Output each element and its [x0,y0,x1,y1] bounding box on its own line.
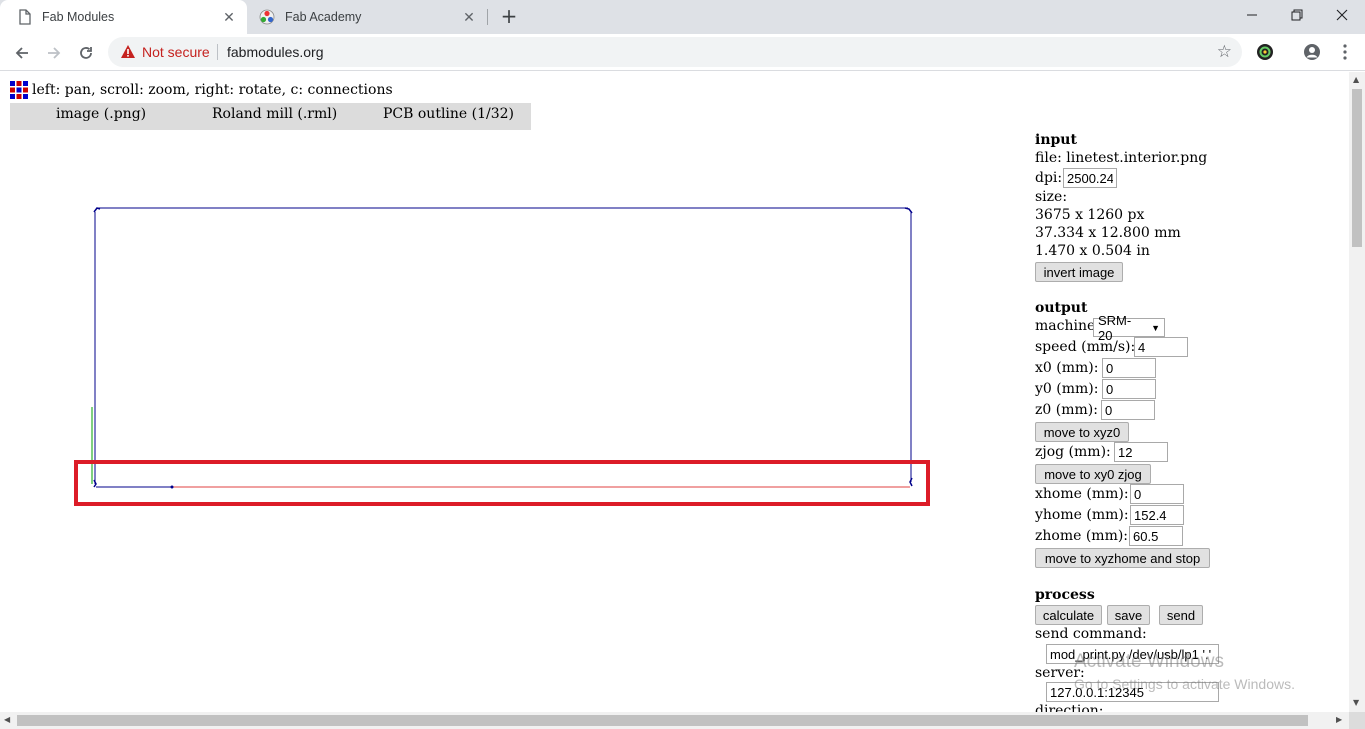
new-tab-icon[interactable]: + [499,6,519,26]
reload-icon[interactable] [73,40,99,66]
dropdown-arrow-icon: ▼ [1151,322,1160,333]
size-in: 1.470 x 0.504 in [1035,243,1150,259]
input-file: file: linetest.interior.png [1035,150,1208,166]
y0-input[interactable] [1102,379,1156,399]
warning-icon[interactable] [120,44,136,62]
scroll-left-arrow-icon[interactable]: ◀ [4,715,10,724]
toolpath-canvas[interactable] [0,72,1000,532]
corner-top-left [93,207,101,213]
dpi-label: dpi: [1035,170,1063,186]
tab-separator [487,9,488,25]
tab-fab-modules[interactable]: Fab Modules ✕ [0,0,247,34]
corner-bottom-left [93,479,97,488]
tab-fab-academy[interactable]: Fab Academy ✕ [247,0,487,34]
xhome-input[interactable] [1130,484,1184,504]
direction-label: direction: [1035,703,1104,712]
tab-title: Fab Academy [285,10,362,24]
yhome-label: yhome (mm): [1035,507,1129,523]
save-button[interactable]: save [1107,605,1150,625]
activate-windows-title: Activate Windows [1074,651,1224,672]
z0-input[interactable] [1101,400,1155,420]
horizontal-scrollbar[interactable]: ◀ ▶ [0,712,1349,729]
y0-label: y0 (mm): [1035,381,1099,397]
path-node [170,485,174,489]
scroll-right-arrow-icon[interactable]: ▶ [1336,715,1342,724]
security-label[interactable]: Not secure [142,44,210,60]
xhome-label: xhome (mm): [1035,486,1129,502]
yhome-input[interactable] [1130,505,1184,525]
browser-toolbar: Not secure fabmodules.org ☆ [0,34,1365,71]
size-px: 3675 x 1260 px [1035,207,1145,223]
kebab-menu-icon[interactable] [1335,42,1355,62]
activate-windows-subtitle: Go to Settings to activate Windows. [1074,676,1295,692]
move-to-xyz0-button[interactable]: move to xyz0 [1035,422,1129,442]
calculate-button[interactable]: calculate [1035,605,1102,625]
scroll-up-arrow-icon[interactable]: ▲ [1353,75,1359,84]
size-mm: 37.334 x 12.800 mm [1035,225,1181,241]
fab-logo-icon [259,9,275,25]
minimize-icon[interactable] [1229,0,1275,30]
restore-icon[interactable] [1274,0,1320,30]
size-label: size: [1035,189,1068,205]
bookmark-star-icon[interactable]: ☆ [1217,42,1232,62]
output-header: output [1035,300,1088,316]
machine-select[interactable]: SRM-20 ▼ [1093,313,1165,343]
horizontal-scroll-thumb[interactable] [17,715,1308,726]
page-content: left: pan, scroll: zoom, right: rotate, … [0,72,1349,712]
url-text[interactable]: fabmodules.org [227,44,324,60]
vertical-scroll-thumb[interactable] [1352,89,1362,247]
close-tab-icon[interactable]: ✕ [461,9,477,25]
tab-strip: Fab Modules ✕ Fab Academy ✕ + [0,0,1365,34]
scroll-down-arrow-icon[interactable]: ▼ [1353,698,1359,707]
profile-icon[interactable] [1302,42,1322,62]
process-header: process [1035,587,1095,603]
zjog-label: zjog (mm): [1035,444,1111,460]
omnibox-separator [217,44,218,60]
highlight-box [74,460,930,506]
invert-image-button[interactable]: invert image [1035,262,1123,282]
vertical-scrollbar[interactable]: ▲ ▼ [1349,72,1365,712]
move-to-xy0-zjog-button[interactable]: move to xy0 zjog [1035,464,1151,484]
corner-top-right [904,207,913,214]
dpi-input[interactable] [1063,168,1117,188]
document-icon [18,9,32,25]
zhome-label: zhome (mm): [1035,528,1129,544]
z0-label: z0 (mm): [1035,402,1098,418]
x0-input[interactable] [1102,358,1156,378]
forward-arrow-icon[interactable] [41,40,67,66]
toolpath-outline [91,207,913,489]
move-to-xyzhome-button[interactable]: move to xyzhome and stop [1035,548,1210,568]
extension-icon[interactable] [1255,42,1275,62]
zjog-input[interactable] [1114,442,1168,462]
x0-label: x0 (mm): [1035,360,1099,376]
send-button[interactable]: send [1159,605,1203,625]
back-arrow-icon[interactable] [9,40,35,66]
close-tab-icon[interactable]: ✕ [221,9,237,25]
input-header: input [1035,132,1077,148]
speed-input[interactable] [1134,337,1188,357]
close-window-icon[interactable] [1319,0,1365,30]
address-bar[interactable]: Not secure fabmodules.org ☆ [108,37,1242,67]
machine-label: machine [1035,318,1096,334]
scrollbar-corner [1349,712,1365,729]
send-command-label: send command: [1035,626,1147,642]
zhome-input[interactable] [1129,526,1183,546]
speed-label: speed (mm/s): [1035,339,1136,355]
tab-title: Fab Modules [42,10,115,24]
